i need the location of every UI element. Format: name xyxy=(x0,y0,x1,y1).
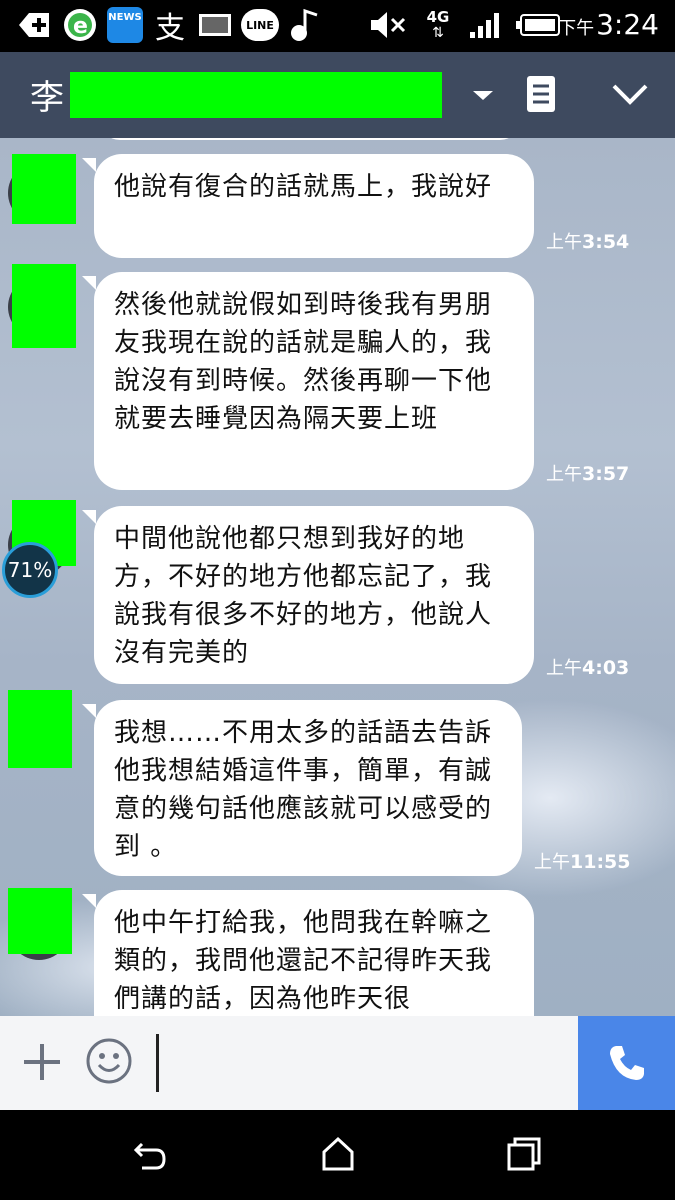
news-label: NEWS xyxy=(107,7,143,43)
network-label: 4G xyxy=(426,8,450,26)
phone-icon xyxy=(609,1046,644,1080)
alipay-icon: 支 xyxy=(150,6,190,46)
chevron-down-icon[interactable] xyxy=(468,80,498,110)
message-text: 中間他說他都只想到我好的地方，不好的地方他都忘記了，我說我有很多不好的地方，他說… xyxy=(114,524,493,668)
avatar[interactable] xyxy=(8,888,72,954)
back-icon[interactable] xyxy=(130,1136,170,1176)
mute-icon xyxy=(368,6,408,44)
message-text: 他說有復合的話就馬上，我說好 xyxy=(114,172,493,202)
message-bubble[interactable]: 他說有復合的話就馬上，我說好 xyxy=(82,154,534,258)
news-app-icon: NEWS xyxy=(106,6,144,44)
avatar[interactable] xyxy=(12,264,76,348)
signal-icon xyxy=(466,6,506,44)
redacted-contact-name xyxy=(70,72,442,118)
message-text: 然後他就說假如到時後我有男朋友我現在說的話就是騙人的，我說沒有到時候。然後再聊一… xyxy=(114,290,493,434)
clock-time: 3:24 xyxy=(596,8,659,41)
line-label: LINE xyxy=(241,9,279,41)
plus-icon[interactable] xyxy=(20,1040,64,1084)
message-text: 他中午打給我，他問我在幹嘛之類的，我問他還記不記得昨天我們講的話，因為他昨天很 xyxy=(114,908,493,1014)
recent-apps-icon[interactable] xyxy=(504,1134,544,1174)
message-input[interactable] xyxy=(156,1034,573,1092)
message-bubble[interactable]: 他中午打給我，他問我在幹嘛之類的，我問他還記不記得昨天我們講的話，因為他昨天很 xyxy=(82,890,534,1016)
chat-header: 李 xyxy=(0,52,675,138)
music-icon xyxy=(286,6,324,44)
avatar[interactable] xyxy=(12,154,76,224)
message-time: 上午11:55 xyxy=(534,851,631,873)
add-icon xyxy=(14,6,52,44)
system-nav-bar xyxy=(0,1110,675,1200)
message-bubble[interactable]: 我想……不用太多的話語去告訴他我想結婚這件事，簡單，有誠意的幾句話他應該就可以感… xyxy=(82,700,522,876)
collapse-icon[interactable] xyxy=(608,74,652,114)
contact-name[interactable]: 李 xyxy=(30,70,64,119)
svg-text:e: e xyxy=(73,14,88,39)
alipay-glyph: 支 xyxy=(155,11,185,46)
home-icon[interactable] xyxy=(318,1134,358,1174)
gallery-icon xyxy=(196,6,234,44)
ie-browser-icon: e xyxy=(60,6,100,44)
message-text: 我想……不用太多的話語去告訴他我想結婚這件事，簡單，有誠意的幾句話他應該就可以感… xyxy=(114,718,493,862)
avatar[interactable] xyxy=(8,690,72,768)
call-button[interactable] xyxy=(578,1016,675,1110)
message-time: 上午3:57 xyxy=(546,463,630,485)
4g-icon: 4G ⇅ xyxy=(426,8,450,41)
message-time: 上午4:03 xyxy=(546,657,630,679)
message-input-bar xyxy=(0,1016,675,1110)
battery-percent-widget: 71% xyxy=(2,542,58,598)
message-time: 上午3:54 xyxy=(546,231,630,253)
clock: 下午 3:24 xyxy=(558,8,659,41)
emoji-icon[interactable] xyxy=(84,1036,134,1086)
battery-icon xyxy=(514,6,562,44)
status-bar: e NEWS 支 LINE 4G ⇅ 下午 3:24 xyxy=(0,0,675,52)
message-bubble[interactable]: 中間他說他都只想到我好的地方，不好的地方他都忘記了，我說我有很多不好的地方，他說… xyxy=(82,506,534,684)
message-bubble[interactable]: 然後他就說假如到時後我有男朋友我現在說的話就是騙人的，我說沒有到時候。然後再聊一… xyxy=(82,272,534,490)
chat-area[interactable]: 他說有復合的話就馬上，我說好 上午3:54 然後他就說假如到時後我有男朋友我現在… xyxy=(0,138,675,1016)
notes-icon[interactable] xyxy=(524,74,558,114)
clock-ampm: 下午 xyxy=(558,18,595,39)
line-app-icon: LINE xyxy=(240,6,280,44)
previous-message-bubble xyxy=(100,138,520,140)
